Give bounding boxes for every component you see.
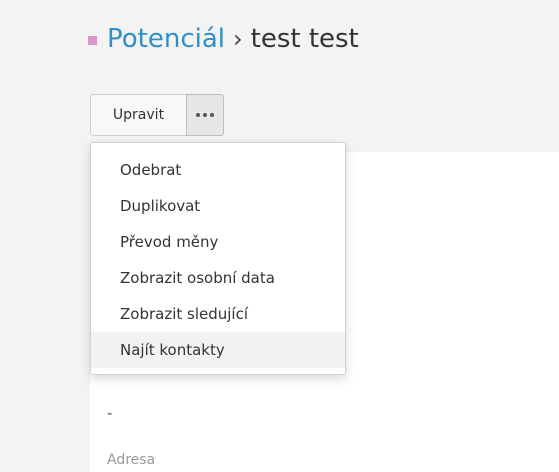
menu-item-najit-kontakty[interactable]: Najít kontakty — [91, 332, 345, 368]
more-actions-button[interactable] — [186, 94, 224, 136]
breadcrumb-separator: › — [233, 25, 243, 53]
menu-item-odebrat[interactable]: Odebrat — [91, 152, 345, 188]
page-title: test test — [250, 24, 359, 54]
menu-item-zobrazit-osobni-data[interactable]: Zobrazit osobní data — [91, 260, 345, 296]
page-header: Potenciál › test test — [88, 16, 359, 62]
field-value: - — [107, 404, 113, 422]
entity-color-marker — [88, 35, 97, 45]
ellipsis-icon — [196, 113, 214, 117]
field-label-adresa: Adresa — [107, 452, 156, 468]
edit-button[interactable]: Upravit — [90, 94, 187, 136]
breadcrumb-link-potencial[interactable]: Potenciál — [107, 24, 225, 54]
menu-item-duplikovat[interactable]: Duplikovat — [91, 188, 345, 224]
menu-item-zobrazit-sledujici[interactable]: Zobrazit sledující — [91, 296, 345, 332]
action-button-group: Upravit — [90, 94, 224, 136]
menu-item-prevod-meny[interactable]: Převod měny — [91, 224, 345, 260]
more-actions-dropdown: Odebrat Duplikovat Převod měny Zobrazit … — [90, 142, 346, 375]
